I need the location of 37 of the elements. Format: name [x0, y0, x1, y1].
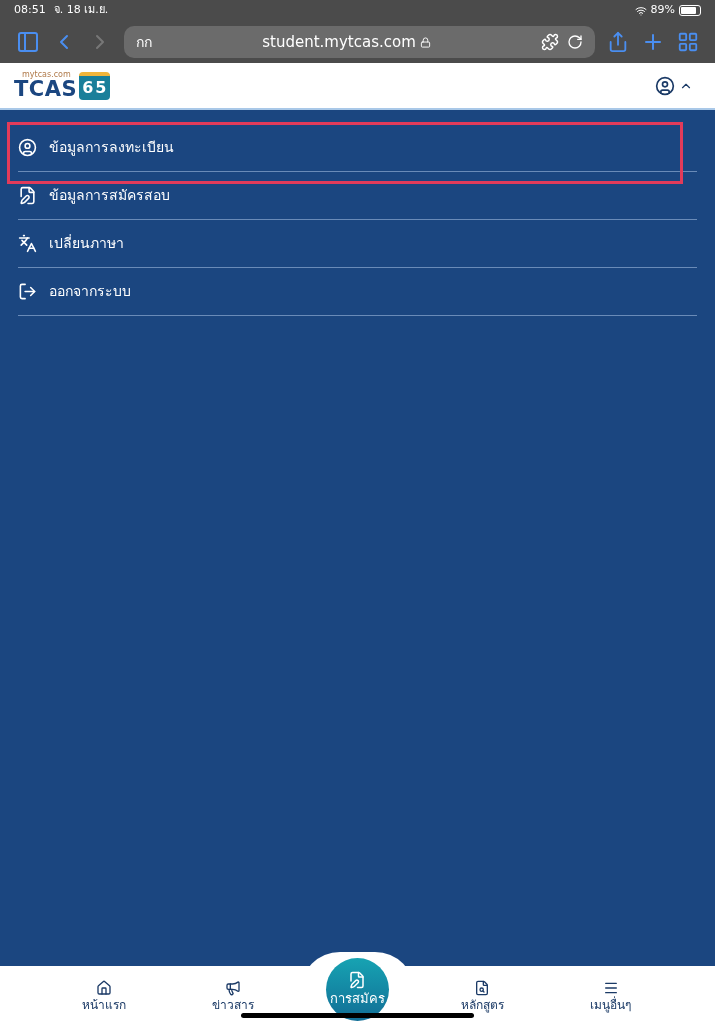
battery-icon — [679, 5, 701, 16]
logo-digit: 6 — [81, 76, 95, 99]
logout-icon — [18, 282, 37, 301]
more-icon — [602, 980, 619, 996]
logo-site: mytcas.com — [22, 71, 72, 79]
logo-digit: 5 — [94, 76, 108, 99]
home-icon — [96, 980, 113, 996]
extension-icon[interactable] — [541, 33, 559, 51]
nav-item[interactable]: ข่าวสาร — [197, 980, 268, 1014]
share-icon[interactable] — [607, 31, 629, 53]
account-button[interactable] — [655, 75, 693, 96]
account-icon — [655, 75, 675, 96]
text-size-button[interactable]: กก — [136, 31, 152, 53]
lock-icon — [419, 36, 431, 48]
menu-item[interactable]: เปลี่ยนภาษา — [18, 220, 697, 268]
nav-item[interactable]: หน้าแรก — [69, 980, 140, 1014]
news-icon — [224, 980, 241, 996]
logo-name: TCAS — [14, 79, 78, 100]
menu-item[interactable]: ออกจากระบบ — [18, 268, 697, 316]
language-icon — [18, 234, 37, 253]
status-time: 08:51 — [14, 2, 46, 19]
status-date: จ. 18 เม.ย. — [53, 2, 109, 19]
form-icon — [348, 970, 367, 989]
sidebar-icon[interactable] — [16, 30, 40, 54]
wifi-icon — [634, 4, 647, 17]
menu-item[interactable]: ข้อมูลการสมัครสอบ — [18, 172, 697, 220]
battery-percent: 89% — [650, 2, 675, 19]
profile-icon — [18, 138, 37, 157]
nav-item[interactable]: หลักสูตร — [447, 980, 518, 1014]
nav-item[interactable]: เมนูอื่นๆ — [575, 980, 646, 1014]
reload-icon[interactable] — [567, 34, 583, 50]
url-text: student.mytcas.com — [262, 31, 416, 53]
menu-item[interactable]: ข้อมูลการลงทะเบียน — [18, 124, 697, 172]
courses-icon — [474, 980, 491, 996]
tabs-icon[interactable] — [677, 31, 699, 53]
form-icon — [18, 186, 37, 205]
address-bar[interactable]: กก student.mytcas.com — [124, 26, 595, 58]
